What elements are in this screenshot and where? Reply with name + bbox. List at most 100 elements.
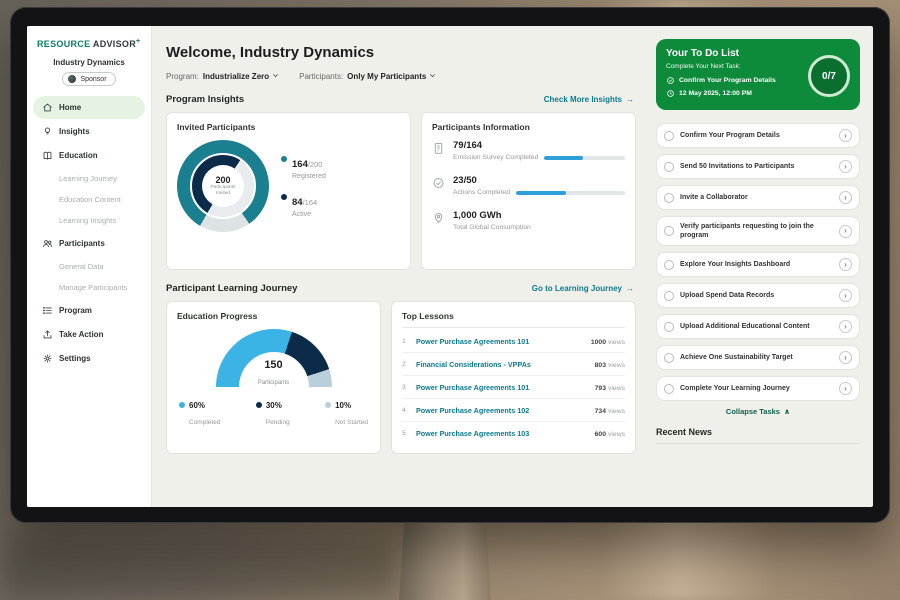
invited-donut-inner: 200 Participants Invited — [190, 153, 256, 219]
sidebar-item-general-data[interactable]: General Data — [27, 256, 151, 277]
book-icon — [42, 150, 53, 161]
lesson-row: 4 Power Purchase Agreements 102 734 view… — [402, 399, 625, 422]
arrow-right-icon: → — [626, 284, 634, 293]
lesson-row: 1 Power Purchase Agreements 101 1000 vie… — [402, 330, 625, 353]
chevron-right-icon[interactable]: › — [839, 289, 852, 302]
task-checkbox[interactable] — [664, 353, 674, 363]
home-icon — [42, 102, 53, 113]
gear-icon — [42, 353, 53, 364]
sidebar-item-learning-insights[interactable]: Learning Insights — [27, 210, 151, 231]
task-row[interactable]: Upload Additional Educational Content › — [656, 314, 860, 339]
check-more-insights-link[interactable]: Check More Insights→ — [544, 95, 634, 104]
recent-news-header: Recent News — [656, 427, 860, 444]
program-insights-header: Program Insights Check More Insights→ — [166, 94, 634, 105]
gauge-center: 150 Participants — [216, 360, 332, 389]
chevron-right-icon[interactable]: › — [839, 351, 852, 364]
education-gauge: 150 Participants — [216, 329, 332, 389]
task-checkbox[interactable] — [664, 322, 674, 332]
monitor-stand — [399, 518, 491, 600]
sidebar-item-label: Insights — [59, 127, 90, 136]
location-pin-icon — [432, 211, 445, 225]
lesson-link[interactable]: Financial Considerations - VPPAs — [416, 360, 588, 369]
chevron-right-icon[interactable]: › — [839, 160, 852, 173]
sidebar-item-take-action[interactable]: Take Action — [33, 323, 145, 346]
task-row[interactable]: Send 50 Invitations to Participants › — [656, 154, 860, 179]
chevron-right-icon[interactable]: › — [839, 320, 852, 333]
sidebar-item-learning-journey[interactable]: Learning Journey — [27, 168, 151, 189]
sidebar-item-participants[interactable]: Participants — [33, 232, 145, 255]
lesson-link[interactable]: Power Purchase Agreements 103 — [416, 429, 588, 438]
sponsor-badge[interactable]: Sponsor — [62, 72, 115, 86]
go-to-learning-journey-link[interactable]: Go to Learning Journey→ — [532, 284, 634, 293]
sidebar-item-education[interactable]: Education — [33, 144, 145, 167]
task-row[interactable]: Complete Your Learning Journey › — [656, 376, 860, 401]
sidebar: RESOURCE ADVISOR+ Industry Dynamics Spon… — [27, 26, 152, 507]
todo-panel: Your To Do List Complete Your Next Task:… — [646, 26, 873, 507]
filter-bar: Program: Industrialize Zero Participants… — [166, 72, 636, 81]
task-checkbox[interactable] — [664, 131, 674, 141]
program-filter-dropdown[interactable]: Industrialize Zero — [203, 72, 279, 81]
lesson-link[interactable]: Power Purchase Agreements 101 — [416, 337, 584, 346]
sidebar-item-label: Home — [59, 103, 81, 112]
chevron-right-icon[interactable]: › — [839, 225, 852, 238]
monitor: RESOURCE ADVISOR+ Industry Dynamics Spon… — [10, 7, 890, 523]
task-row[interactable]: Invite a Collaborator › — [656, 185, 860, 210]
sidebar-item-label: Settings — [59, 354, 91, 363]
task-row[interactable]: Upload Spend Data Records › — [656, 283, 860, 308]
todo-hero-card: Your To Do List Complete Your Next Task:… — [656, 39, 860, 110]
main-content: Welcome, Industry Dynamics Program: Indu… — [152, 26, 646, 507]
legend-dot — [179, 402, 185, 408]
task-checkbox[interactable] — [664, 162, 674, 172]
participants-filter-dropdown[interactable]: Only My Participants — [347, 72, 436, 81]
legend-dot — [325, 402, 331, 408]
participants-information-card: Participants Information 79/164 Emission… — [421, 112, 636, 270]
check-circle-icon — [666, 76, 675, 85]
task-checkbox[interactable] — [664, 291, 674, 301]
card-title: Top Lessons — [402, 311, 625, 328]
sidebar-item-insights[interactable]: Insights — [33, 120, 145, 143]
sponsor-badge-label: Sponsor — [80, 76, 106, 83]
dashboard-screen: RESOURCE ADVISOR+ Industry Dynamics Spon… — [27, 26, 873, 507]
legend-dot — [281, 156, 287, 162]
task-row[interactable]: Confirm Your Program Details › — [656, 123, 860, 148]
survey-icon — [432, 141, 445, 155]
legend-completed: 60%Completed — [179, 401, 220, 429]
sidebar-item-settings[interactable]: Settings — [33, 347, 145, 370]
lesson-link[interactable]: Power Purchase Agreements 101 — [416, 383, 588, 392]
learning-journey-header: Participant Learning Journey Go to Learn… — [166, 283, 634, 294]
chevron-right-icon[interactable]: › — [839, 191, 852, 204]
collapse-tasks-link[interactable]: Collapse Tasks ∧ — [656, 407, 860, 416]
chevron-right-icon[interactable]: › — [839, 129, 852, 142]
task-row[interactable]: Explore Your Insights Dashboard › — [656, 252, 860, 277]
clock-icon — [666, 89, 675, 98]
task-row[interactable]: Achieve One Sustainability Target › — [656, 345, 860, 370]
sidebar-item-manage-participants[interactable]: Manage Participants — [27, 277, 151, 298]
list-icon — [42, 305, 53, 316]
task-checkbox[interactable] — [664, 226, 674, 236]
task-checkbox[interactable] — [664, 193, 674, 203]
education-progress-card: Education Progress 150 Participants 60%C… — [166, 301, 381, 454]
lesson-row: 5 Power Purchase Agreements 103 600 view… — [402, 422, 625, 444]
stat-global-consumption: 1,000 GWh Total Global Consumption — [432, 210, 625, 231]
check-circle-icon — [432, 176, 445, 190]
sidebar-item-education-content[interactable]: Education Content — [27, 189, 151, 210]
sidebar-item-home[interactable]: Home — [33, 96, 145, 119]
invited-participants-card: Invited Participants 200 Participants In… — [166, 112, 411, 270]
education-legend: 60%Completed 30%Pending 10%Not Started — [177, 401, 370, 429]
chevron-right-icon[interactable]: › — [839, 382, 852, 395]
sidebar-item-program[interactable]: Program — [33, 299, 145, 322]
task-row[interactable]: Verify participants requesting to join t… — [656, 216, 860, 246]
legend-not-started: 10%Not Started — [325, 401, 368, 429]
card-title: Invited Participants — [177, 122, 400, 132]
section-title: Program Insights — [166, 94, 244, 105]
task-checkbox[interactable] — [664, 260, 674, 270]
legend-pending: 30%Pending — [256, 401, 290, 429]
app-logo: RESOURCE ADVISOR+ — [27, 36, 151, 55]
lesson-link[interactable]: Power Purchase Agreements 102 — [416, 406, 588, 415]
chevron-right-icon[interactable]: › — [839, 258, 852, 271]
org-name: Industry Dynamics — [27, 58, 151, 67]
task-checkbox[interactable] — [664, 384, 674, 394]
progress-bar — [516, 191, 625, 195]
legend-registered: 164/200 Registered — [281, 154, 326, 180]
chevron-down-icon — [272, 72, 279, 81]
